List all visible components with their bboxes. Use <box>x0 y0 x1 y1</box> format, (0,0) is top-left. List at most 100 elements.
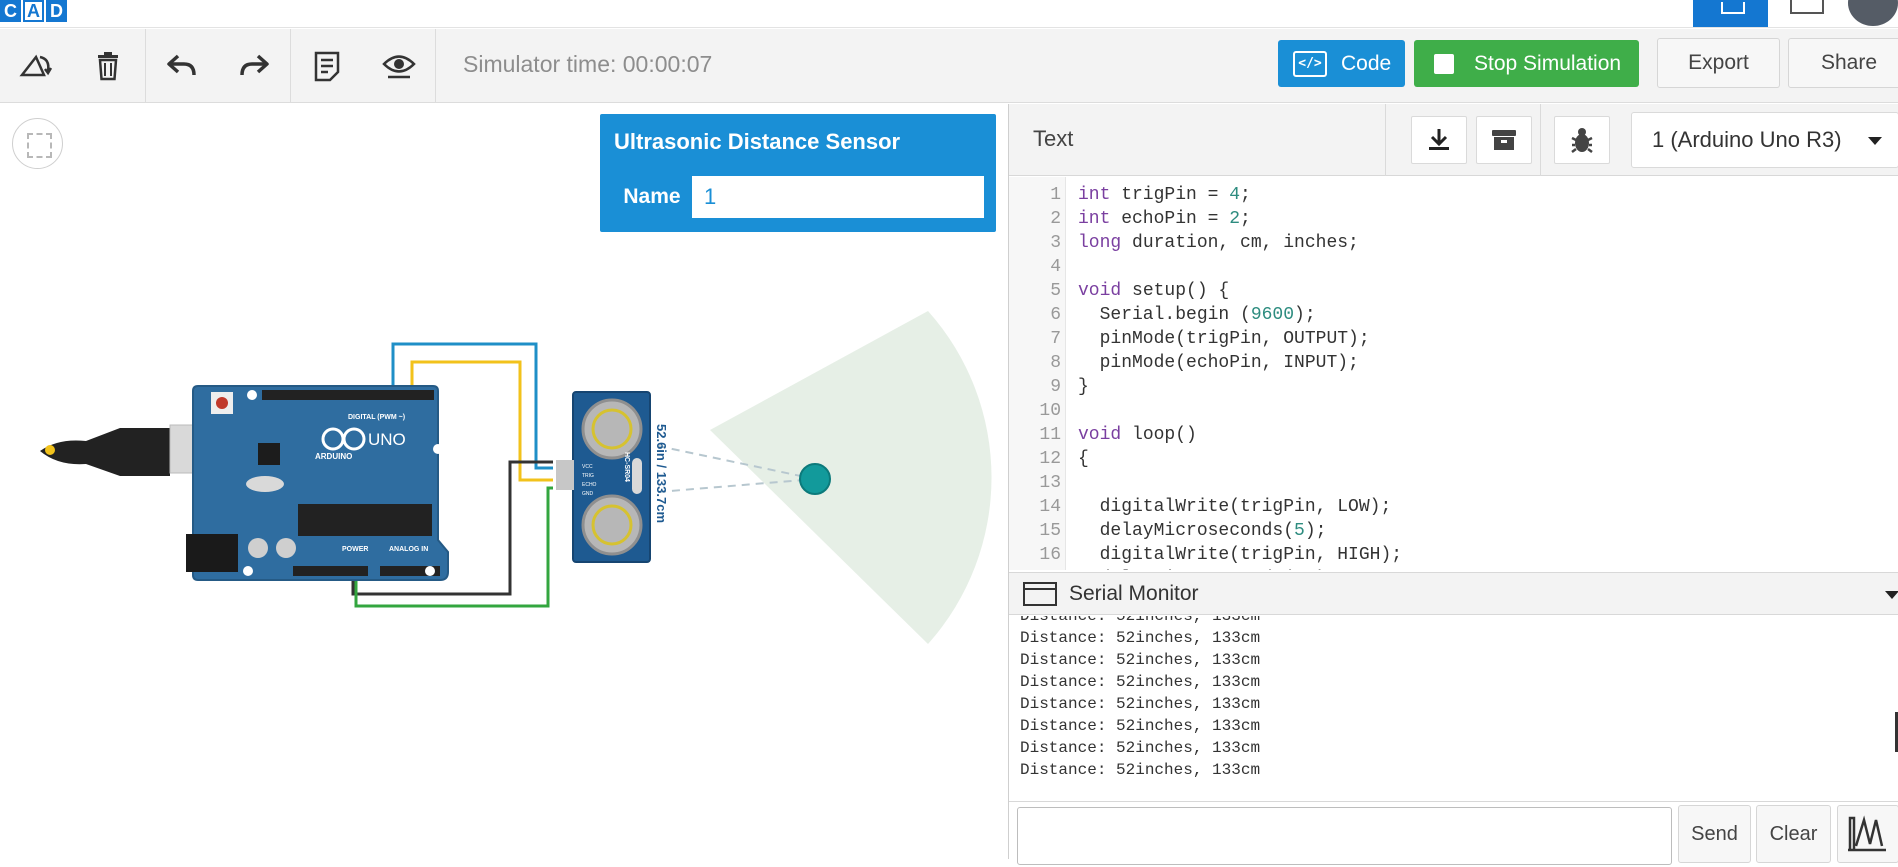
layout-view-toggle[interactable] <box>1790 0 1824 14</box>
code-line[interactable]: 5 void setup() { <box>1009 281 1229 305</box>
code-line[interactable]: 3 long duration, cm, inches; <box>1009 233 1359 257</box>
code-line[interactable]: 13 <box>1009 473 1078 497</box>
rotate-button[interactable] <box>0 29 72 103</box>
code-editor[interactable]: 1 int trigPin = 4; 2 int echoPin = 2; 3 long … <box>1009 177 1898 570</box>
line-number: 1 <box>1050 185 1061 205</box>
usb-indicator <box>45 445 55 455</box>
code-line[interactable]: 14 digitalWrite(trigPin, LOW); <box>1009 497 1391 521</box>
header-divider <box>1385 104 1386 176</box>
header-divider <box>1540 104 1541 176</box>
serial-monitor-icon <box>1023 581 1057 606</box>
code-text: delayMicroseconds(5); <box>1078 521 1327 541</box>
code-line[interactable]: 9} <box>1009 377 1089 401</box>
stop-simulation-button[interactable]: Stop Simulation <box>1414 40 1639 87</box>
redo-icon <box>240 54 269 76</box>
toolbar: Simulator time: 00:00:07 </> Code Stop S… <box>0 29 1898 103</box>
code-button[interactable]: </> Code <box>1278 40 1405 87</box>
line-number: 8 <box>1050 353 1061 373</box>
line-number: 7 <box>1050 329 1061 349</box>
serial-input[interactable] <box>1017 807 1672 865</box>
code-line[interactable]: 6 Serial.begin (9600); <box>1009 305 1315 329</box>
line-number: 2 <box>1050 209 1061 229</box>
redo-button[interactable] <box>218 29 290 103</box>
avatar[interactable] <box>1848 0 1898 26</box>
line-number: 12 <box>1039 449 1061 469</box>
view-button[interactable] <box>363 29 435 103</box>
delete-button[interactable] <box>72 29 144 103</box>
chevron-down-icon[interactable] <box>1885 591 1898 599</box>
board-brand-label: ARDUINO <box>315 452 352 461</box>
code-line[interactable]: 2 int echoPin = 2; <box>1009 209 1251 233</box>
debugger-button[interactable] <box>1554 116 1610 164</box>
code-text: int echoPin = 2; <box>1078 209 1251 229</box>
serial-monitor-title: Serial Monitor <box>1069 581 1199 605</box>
digital-pins-label: DIGITAL (PWM ~) <box>348 414 405 421</box>
sensor-model-label: HC-SR04 <box>623 452 630 482</box>
code-line[interactable]: 16 digitalWrite(trigPin, HIGH); <box>1009 545 1402 569</box>
line-number: 14 <box>1039 497 1061 517</box>
stop-button-label: Stop Simulation <box>1474 51 1622 75</box>
download-button[interactable] <box>1411 116 1467 164</box>
notes-icon <box>314 51 340 82</box>
ultrasonic-sensor[interactable] <box>556 391 651 563</box>
code-text: { <box>1078 449 1089 469</box>
code-line[interactable]: 12 { <box>1009 449 1089 473</box>
code-text: int trigPin = 4; <box>1078 185 1251 205</box>
serial-line: Distance: 52inches, 133cm <box>1020 717 1261 735</box>
code-icon: </> <box>1293 50 1327 77</box>
bug-icon <box>1571 128 1593 153</box>
line-number: 16 <box>1039 545 1061 565</box>
code-line[interactable]: 17 delayMicroseconds(10); <box>1009 569 1337 570</box>
serial-output[interactable]: Distance: 52inches, 133cm Distance: 52inc… <box>1009 616 1898 802</box>
code-line[interactable]: 11 void loop() <box>1009 425 1197 449</box>
code-text: delayMicroseconds(10); <box>1061 569 1338 570</box>
chevron-down-icon <box>1868 137 1882 145</box>
logo-letter: D <box>46 0 67 22</box>
serial-line: Distance: 52inches, 133cm <box>1020 695 1261 713</box>
send-button[interactable]: Send <box>1678 805 1751 863</box>
undo-button[interactable] <box>146 29 218 103</box>
tinkercad-logo[interactable]: C A D <box>0 0 69 22</box>
code-line[interactable]: 1 int trigPin = 4; <box>1009 185 1251 209</box>
graph-button[interactable] <box>1837 805 1898 863</box>
circuit-view-toggle[interactable] <box>1693 0 1768 27</box>
serial-line: Distance: 52inches, 133cm <box>1020 629 1261 647</box>
logo-letter: C <box>0 0 21 22</box>
code-line[interactable]: 15 delayMicroseconds(5); <box>1009 521 1326 545</box>
board-select[interactable]: 1 (Arduino Uno R3) <box>1631 112 1898 168</box>
graph-icon <box>1848 815 1886 852</box>
editor-mode-label[interactable]: Text <box>1033 126 1073 152</box>
line-number: 9 <box>1050 377 1061 397</box>
line-number: 3 <box>1050 233 1061 253</box>
notes-button[interactable] <box>291 29 363 103</box>
clear-button[interactable]: Clear <box>1756 805 1831 863</box>
board-model-label: UNO <box>368 430 406 449</box>
serial-monitor-header[interactable]: Serial Monitor <box>1009 572 1898 615</box>
distance-readout: 52.6in / 133.7cm <box>654 424 669 523</box>
board-select-value: 1 (Arduino Uno R3) <box>1652 127 1842 152</box>
undo-icon <box>167 54 196 76</box>
code-text: void setup() { <box>1078 281 1230 301</box>
code-line[interactable]: 8 pinMode(echoPin, INPUT); <box>1009 353 1359 377</box>
target-object[interactable] <box>799 463 831 495</box>
serial-line: Distance: 52inches, 133cm <box>1020 761 1261 779</box>
share-button[interactable]: Share <box>1788 38 1898 88</box>
code-line[interactable]: 7 pinMode(trigPin, OUTPUT); <box>1009 329 1369 353</box>
line-number: 10 <box>1039 401 1061 421</box>
code-line[interactable]: 10 <box>1009 401 1078 425</box>
trash-icon <box>98 52 118 81</box>
library-button[interactable] <box>1476 116 1532 164</box>
code-button-label: Code <box>1341 51 1392 75</box>
export-button[interactable]: Export <box>1657 38 1780 88</box>
code-line[interactable]: 4 <box>1009 257 1078 281</box>
code-text: void loop() <box>1078 425 1197 445</box>
sensor-pin-label: TRIG <box>582 473 594 479</box>
rotate-icon <box>19 54 53 77</box>
sensor-pin-label: GND <box>582 491 594 497</box>
code-text: pinMode(echoPin, INPUT); <box>1078 353 1359 373</box>
line-number: 11 <box>1039 425 1061 445</box>
code-text: digitalWrite(trigPin, LOW); <box>1078 497 1392 517</box>
